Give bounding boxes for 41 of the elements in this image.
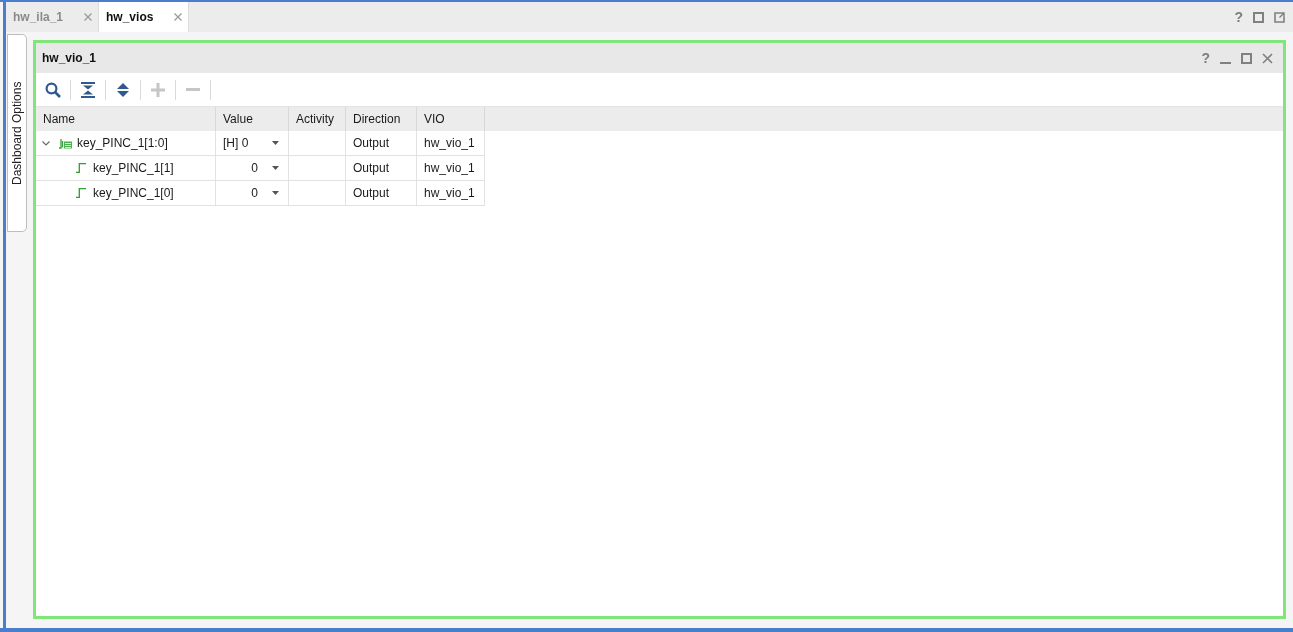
- maximize-icon[interactable]: [1253, 11, 1264, 23]
- table-cell: Output: [346, 181, 417, 206]
- caret-icon: [272, 191, 279, 195]
- value-dropdown[interactable]: 0: [216, 156, 289, 181]
- value-dropdown[interactable]: 0: [216, 181, 289, 206]
- collapse-all-icon: [81, 81, 95, 98]
- search-icon: [45, 81, 61, 98]
- close-icon[interactable]: [1262, 52, 1273, 64]
- column-header[interactable]: VIO: [417, 107, 485, 131]
- column-header[interactable]: Value: [216, 107, 289, 131]
- close-icon[interactable]: [174, 13, 183, 21]
- table-cell: hw_vio_1: [417, 181, 485, 206]
- table-cell: hw_vio_1: [417, 156, 485, 181]
- plus-icon: [151, 82, 165, 97]
- table-cell: Output: [346, 131, 417, 156]
- caret-icon: [272, 141, 279, 145]
- step-signal-icon: [76, 188, 86, 198]
- signal-name: key_PINC_1[1]: [93, 161, 174, 175]
- signal-name: key_PINC_1[0]: [93, 186, 174, 200]
- table-cell: Output: [346, 156, 417, 181]
- column-header[interactable]: Direction: [346, 107, 417, 131]
- bus-signal-icon: [59, 137, 72, 149]
- value-dropdown[interactable]: [H] 0: [216, 131, 289, 156]
- panel-title: hw_vio_1: [42, 51, 97, 65]
- table-cell: hw_vio_1: [417, 131, 485, 156]
- maximize-icon[interactable]: [1241, 52, 1252, 64]
- tab[interactable]: hw_vios: [99, 2, 190, 32]
- side-tab[interactable]: Dashboard Options: [7, 34, 27, 232]
- empty-cell: [289, 156, 346, 181]
- undock-icon[interactable]: [1274, 11, 1285, 23]
- minus-icon: [186, 88, 200, 91]
- empty-cell: [289, 181, 346, 206]
- step-signal-icon: [76, 163, 86, 173]
- caret-icon: [272, 166, 279, 170]
- empty-cell: [289, 131, 346, 156]
- expand-all-icon: [116, 81, 130, 98]
- column-header[interactable]: Name: [36, 107, 216, 131]
- signal-name: key_PINC_1[1:0]: [77, 136, 168, 150]
- close-icon[interactable]: [84, 13, 93, 21]
- chevron-down-icon[interactable]: [42, 140, 50, 146]
- column-header[interactable]: Activity: [289, 107, 346, 131]
